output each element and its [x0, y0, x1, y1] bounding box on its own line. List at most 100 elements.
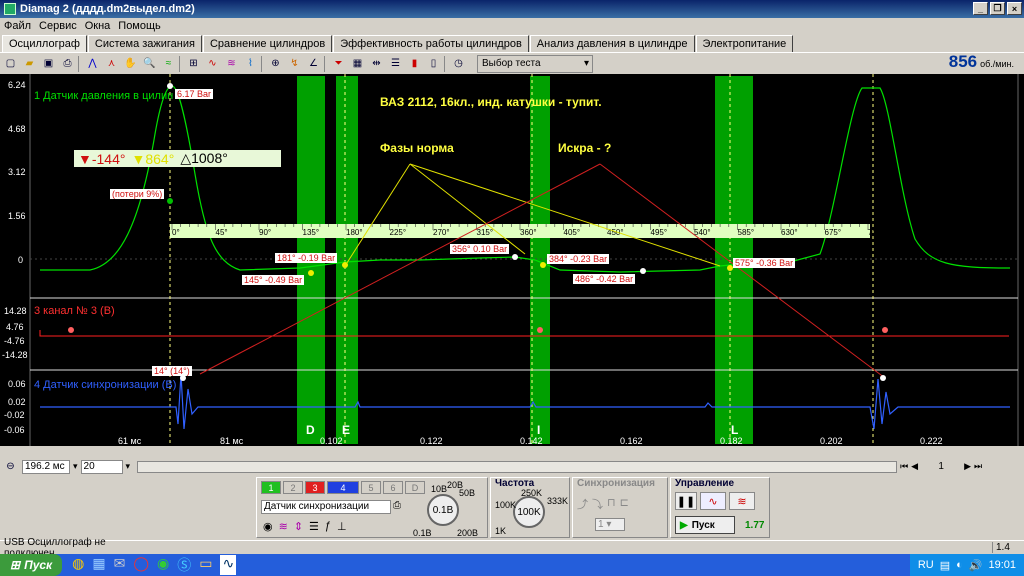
first-page-icon[interactable]: ⏮ — [900, 461, 908, 472]
tab-ignition[interactable]: Система зажигания — [87, 35, 202, 52]
skype-icon[interactable]: Ⓢ — [177, 555, 191, 575]
torrent-icon[interactable]: ◉ — [157, 555, 169, 575]
eye-icon[interactable]: ◉ — [263, 520, 273, 533]
next-page-icon[interactable]: ▶ — [964, 461, 971, 472]
channel-4-button[interactable]: 4 — [327, 481, 359, 494]
list-icon[interactable]: ☰ — [387, 55, 404, 72]
filter-icon[interactable]: ⏷ — [330, 55, 347, 72]
channel-5-button[interactable]: 5 — [361, 481, 381, 494]
zoom-icon[interactable]: 🔍 — [141, 55, 158, 72]
hand-icon[interactable]: ✋ — [122, 55, 139, 72]
channel-d-button[interactable]: D — [405, 481, 425, 494]
lines-icon[interactable]: ☰ — [309, 520, 319, 533]
overlay-icon[interactable]: ≋ — [223, 55, 240, 72]
control-title: Управление — [675, 478, 735, 489]
printer-icon[interactable]: ⎙ — [393, 500, 401, 511]
cursor-b-icon[interactable]: ⋏ — [103, 55, 120, 72]
pressure-trace — [40, 85, 1011, 273]
amplitude-knob[interactable]: 0.1В — [427, 494, 459, 526]
table-icon[interactable]: ▦ — [349, 55, 366, 72]
tab-power[interactable]: Электропитание — [695, 35, 794, 52]
start-button[interactable]: ▶ Пуск — [675, 516, 735, 534]
cursor-yellow-readout: ▼864° — [131, 150, 175, 167]
diamag-taskbar-icon[interactable]: ∿ — [220, 555, 237, 575]
menu-windows[interactable]: Окна — [85, 20, 111, 32]
multi-wave-icon[interactable]: ≋ — [729, 492, 755, 510]
degree-tick-label: 630° — [781, 228, 798, 237]
control-panel: Управление ❚❚ ∿ ≋ ▶ Пуск 1.77 — [670, 477, 770, 538]
mark-icon[interactable]: ▮ — [406, 55, 423, 72]
oscilloscope-plot[interactable]: 0° 45° 90° 135° 180° 225° 270° 315° 360° 405° 450°… — [0, 74, 1024, 446]
degree-tick-label: 675° — [825, 228, 842, 237]
sine-icon[interactable]: ∿ — [700, 492, 726, 510]
mail-icon[interactable]: ✉ — [114, 555, 126, 575]
amp-tick: 50В — [459, 488, 476, 498]
cursor-a-icon[interactable]: ⋀ — [84, 55, 101, 72]
offset-icon[interactable]: ⊥ — [337, 520, 347, 533]
clock-icon[interactable]: ◷ — [450, 55, 467, 72]
prev-page-icon[interactable]: ◀ — [911, 461, 918, 472]
annotation-spark: Искра - ? — [558, 141, 611, 155]
zoom-input[interactable]: 20 — [80, 459, 123, 474]
chevron-down-icon[interactable]: ▾ — [126, 461, 131, 472]
page-number: 1 — [938, 461, 944, 472]
restore-button[interactable]: ❐ — [990, 2, 1005, 15]
start-button-os[interactable]: ⊞ Пуск — [0, 554, 63, 576]
wave-icon[interactable]: ≋ — [279, 520, 288, 533]
volume-icon[interactable]: 🔊 — [969, 559, 983, 572]
tray-icon[interactable]: ▤ — [940, 559, 950, 572]
doc-icon[interactable]: ▯ — [425, 55, 442, 72]
invert-icon[interactable]: ⇕ — [294, 520, 303, 533]
rpm-unit: об./мин. — [980, 59, 1014, 69]
chrome-icon[interactable]: ◍ — [72, 555, 84, 575]
signal-icon[interactable]: ∿ — [204, 55, 221, 72]
phase-icon[interactable]: ⌇ — [242, 55, 259, 72]
pulse-icon[interactable]: ⊓ — [607, 496, 616, 512]
channel-6-button[interactable]: 6 — [383, 481, 403, 494]
tab-oscilloscope[interactable]: Осциллограф — [2, 35, 87, 52]
ruler-icon[interactable]: ⊞ — [185, 55, 202, 72]
menu-file[interactable]: Файл — [4, 20, 31, 32]
waves-icon[interactable]: ≈ — [160, 55, 177, 72]
ch3-tick: 14.28 — [4, 306, 27, 316]
rising-edge-icon[interactable]: ⤴ — [577, 496, 588, 512]
time-input[interactable]: 196.2 мс — [22, 459, 70, 474]
split-icon[interactable]: ⇹ — [368, 55, 385, 72]
tab-cylinder-efficiency[interactable]: Эффективность работы цилиндров — [333, 35, 529, 52]
open-folder-icon[interactable]: ▰ — [21, 55, 38, 72]
tray-icon[interactable]: ◐ — [956, 559, 963, 571]
ch1-label: 1 Датчик давления в цилин — [34, 90, 173, 102]
close-button[interactable]: × — [1007, 2, 1022, 15]
trigger-icon[interactable]: ⊏ — [620, 496, 629, 512]
channel-1-button[interactable]: 1 — [261, 481, 281, 494]
falling-edge-icon[interactable]: ⤵ — [592, 496, 603, 512]
sync-channel-select[interactable]: 1 ▾ — [595, 518, 625, 531]
print-icon[interactable]: ⎙ — [59, 55, 76, 72]
chevron-down-icon[interactable]: ▾ — [73, 461, 78, 472]
opera-icon[interactable]: ◯ — [133, 555, 149, 575]
app-icon-blue[interactable]: ▦ — [92, 555, 105, 575]
marker-label: 145° -0.49 Bar — [242, 275, 305, 285]
measure-icon[interactable]: ⊕ — [267, 55, 284, 72]
channel-2-button[interactable]: 2 — [283, 481, 303, 494]
save-icon[interactable]: ▣ — [40, 55, 57, 72]
new-file-icon[interactable]: ▢ — [2, 55, 19, 72]
tab-cylinder-compare[interactable]: Сравнение цилиндров — [202, 35, 333, 52]
angle-icon[interactable]: ∠ — [305, 55, 322, 72]
folder-icon[interactable]: ▭ — [199, 555, 212, 575]
ignition-icon[interactable]: ↯ — [286, 55, 303, 72]
test-select[interactable]: Выбор теста ▾ — [477, 54, 593, 73]
function-icon[interactable]: ƒ — [325, 520, 331, 533]
frequency-knob[interactable]: 100K — [513, 496, 545, 528]
menu-service[interactable]: Сервис — [39, 20, 77, 32]
minimize-button[interactable]: _ — [973, 2, 988, 15]
rpm-display: 856 об./мин. — [949, 52, 1014, 72]
pause-icon[interactable]: ❚❚ — [675, 492, 697, 510]
language-indicator[interactable]: RU — [918, 559, 934, 571]
channel-3-button[interactable]: 3 — [305, 481, 325, 494]
channel-select[interactable]: Датчик синхронизации — [261, 500, 391, 514]
tab-pressure-analysis[interactable]: Анализ давления в цилиндре — [529, 35, 695, 52]
last-page-icon[interactable]: ⏭ — [974, 461, 982, 472]
menu-help[interactable]: Помощь — [118, 20, 161, 32]
horizontal-scrollbar[interactable] — [137, 460, 898, 473]
